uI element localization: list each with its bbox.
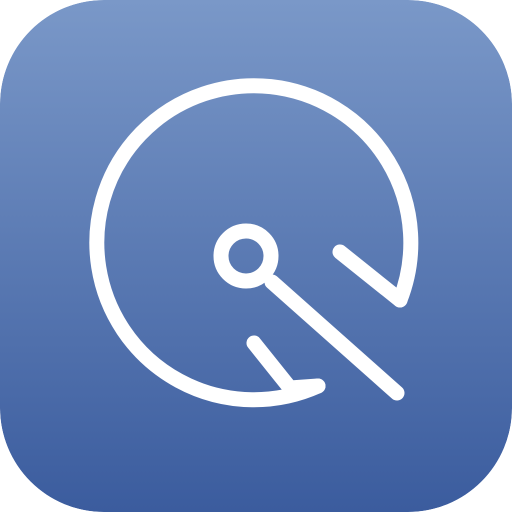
app-icon-tile[interactable] — [0, 0, 512, 512]
icon-background — [0, 0, 512, 512]
app-icon — [0, 0, 512, 512]
